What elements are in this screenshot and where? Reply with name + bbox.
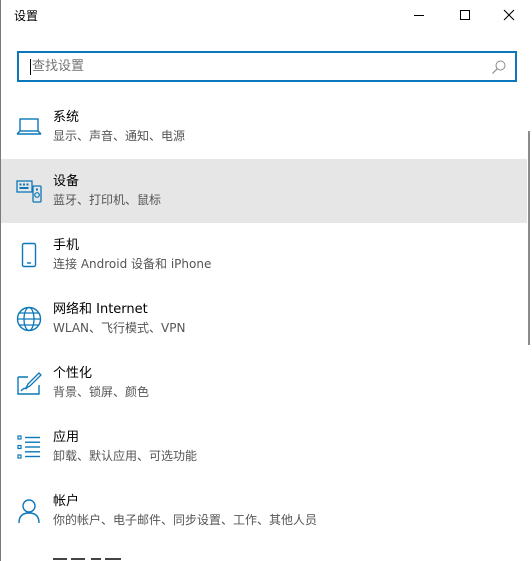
- maximize-icon: [460, 10, 470, 20]
- category-description: 背景、锁屏、颜色: [53, 385, 150, 399]
- category-accounts[interactable]: 帐户 你的帐户、电子邮件、同步设置、工作、其他人员: [1, 479, 527, 543]
- personalization-icon: [17, 372, 42, 395]
- category-phone[interactable]: 手机 连接 Android 设备和 iPhone: [1, 223, 527, 287]
- category-description: 卸载、默认应用、可选功能: [53, 449, 198, 463]
- category-description: WLAN、飞行模式、VPN: [53, 321, 186, 335]
- minimize-button[interactable]: [396, 0, 442, 30]
- category-network[interactable]: 网络和 Internet WLAN、飞行模式、VPN: [1, 287, 527, 351]
- maximize-button[interactable]: [442, 0, 488, 30]
- category-description: 连接 Android 设备和 iPhone: [53, 257, 212, 271]
- scrollbar[interactable]: [527, 95, 531, 561]
- category-name: 帐户: [53, 494, 80, 509]
- person-icon: [18, 499, 40, 524]
- category-description: 显示、声音、通知、电源: [53, 129, 186, 143]
- close-icon: [503, 9, 515, 21]
- phone-icon: [21, 242, 37, 268]
- globe-icon: [16, 306, 42, 332]
- settings-window: 设置 查找设置 系统 显示、声音、通知、电源 设备 蓝牙、打印机、鼠标 手机 连…: [0, 0, 532, 561]
- search-icon[interactable]: [491, 59, 507, 75]
- laptop-icon: [16, 118, 42, 135]
- category-name: 手机: [53, 238, 80, 253]
- category-system[interactable]: 系统 显示、声音、通知、电源: [1, 95, 527, 159]
- category-personalization[interactable]: 个性化 背景、锁屏、颜色: [1, 351, 527, 415]
- category-name: 网络和 Internet: [53, 302, 148, 317]
- settings-category-list: 系统 显示、声音、通知、电源 设备 蓝牙、打印机、鼠标 手机 连接 Androi…: [1, 95, 527, 543]
- category-description: 你的帐户、电子邮件、同步设置、工作、其他人员: [53, 513, 318, 527]
- category-name: 系统: [53, 110, 80, 125]
- keyboard-devices-icon: [16, 180, 42, 203]
- apps-list-icon: [17, 435, 40, 459]
- category-name: 应用: [53, 430, 80, 445]
- category-name: 设备: [53, 174, 80, 189]
- search-placeholder: 查找设置: [32, 59, 85, 74]
- next-category-partial[interactable]: [1, 551, 527, 561]
- category-description: 蓝牙、打印机、鼠标: [53, 193, 162, 207]
- title-bar: 设置: [1, 0, 532, 32]
- category-name: 个性化: [53, 366, 93, 381]
- close-button[interactable]: [486, 0, 532, 30]
- text-caret: [30, 59, 31, 75]
- category-apps[interactable]: 应用 卸载、默认应用、可选功能: [1, 415, 527, 479]
- search-box[interactable]: 查找设置: [17, 51, 517, 82]
- window-title: 设置: [14, 9, 39, 23]
- category-devices[interactable]: 设备 蓝牙、打印机、鼠标: [1, 159, 527, 223]
- scrollbar-thumb[interactable]: [528, 131, 530, 345]
- minimize-icon: [414, 15, 424, 16]
